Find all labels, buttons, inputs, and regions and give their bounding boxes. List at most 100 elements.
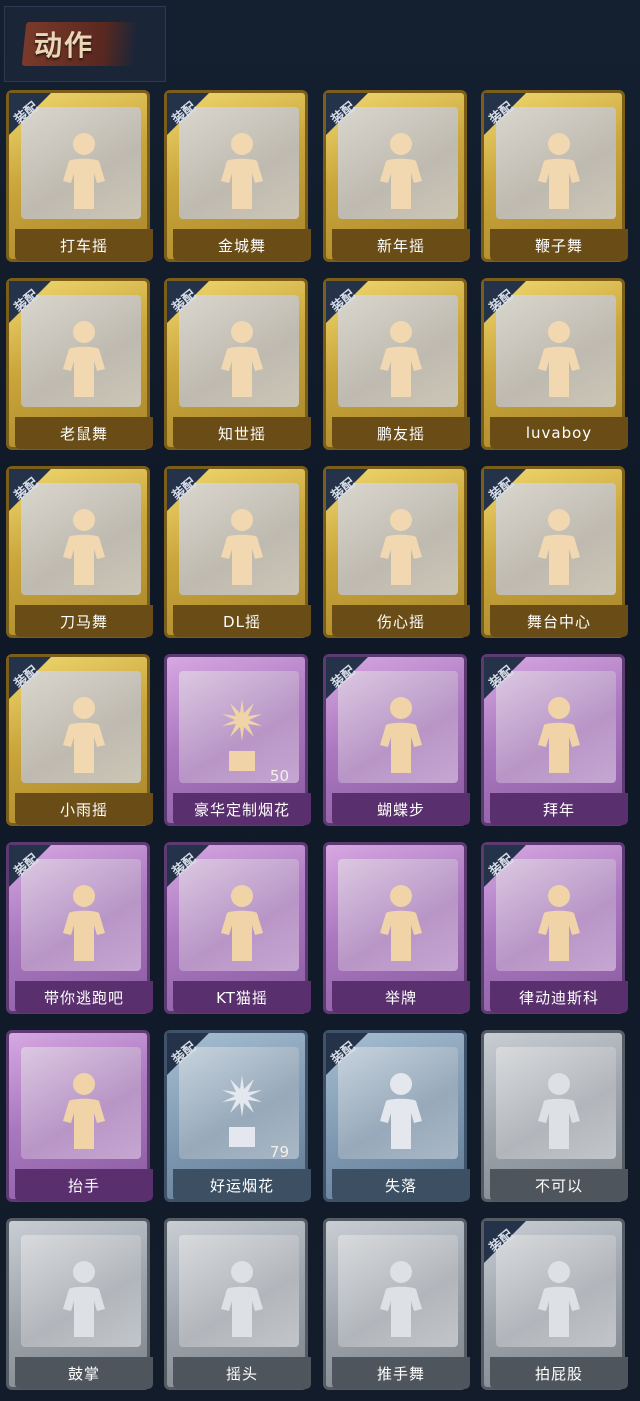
- emote-name: 舞台中心: [490, 605, 628, 637]
- card-frame: 79 好运烟花 装配: [164, 1030, 311, 1202]
- emote-card[interactable]: 打车摇 装配: [3, 88, 153, 266]
- emote-name: 拜年: [490, 793, 628, 825]
- emote-name: 蝴蝶步: [332, 793, 470, 825]
- emote-name: 伤心摇: [332, 605, 470, 637]
- card-frame: 拜年 装配: [481, 654, 628, 826]
- dance-pose-icon: [526, 505, 592, 589]
- emote-card[interactable]: luvaboy 装配: [478, 276, 628, 454]
- card-frame: 刀马舞 装配: [6, 466, 153, 638]
- dance-pose-icon: [51, 317, 117, 401]
- emote-card[interactable]: 金城舞 装配: [161, 88, 311, 266]
- dance-pose-icon: [368, 129, 434, 213]
- card-frame: 鹏友摇 装配: [323, 278, 470, 450]
- emote-card[interactable]: 伤心摇 装配: [320, 464, 470, 642]
- dance-pose-icon: [526, 1257, 592, 1341]
- card-frame: 打车摇 装配: [6, 90, 153, 262]
- emote-card[interactable]: 鼓掌: [3, 1216, 153, 1394]
- emote-name: 小雨摇: [15, 793, 153, 825]
- dance-pose-icon: [526, 317, 592, 401]
- emote-name: 律动迪斯科: [490, 981, 628, 1013]
- emote-card[interactable]: DL摇 装配: [161, 464, 311, 642]
- emote-card[interactable]: 不可以: [478, 1028, 628, 1206]
- emote-card[interactable]: 抬手: [3, 1028, 153, 1206]
- heart-hands-icon: [368, 505, 434, 589]
- emote-card[interactable]: 小雨摇 装配: [3, 652, 153, 830]
- emote-name: 摇头: [173, 1357, 311, 1389]
- card-frame: KT猫摇 装配: [164, 842, 311, 1014]
- dance-pose-icon: [209, 505, 275, 589]
- emote-card[interactable]: 刀马舞 装配: [3, 464, 153, 642]
- disco-pose-icon: [526, 881, 592, 965]
- emote-card[interactable]: 老鼠舞 装配: [3, 276, 153, 454]
- card-frame: 50 豪华定制烟花: [164, 654, 311, 826]
- item-count: 50: [269, 767, 289, 785]
- emote-name: 老鼠舞: [15, 417, 153, 449]
- raise-hand-icon: [51, 1069, 117, 1153]
- emote-name: 拍屁股: [490, 1357, 628, 1389]
- card-frame: 推手舞: [323, 1218, 470, 1390]
- emote-name: 抬手: [15, 1169, 153, 1201]
- card-frame: 律动迪斯科 装配: [481, 842, 628, 1014]
- dance-pose-icon: [209, 1257, 275, 1341]
- emote-card[interactable]: 律动迪斯科 装配: [478, 840, 628, 1018]
- emote-card[interactable]: 拜年 装配: [478, 652, 628, 830]
- card-frame: 知世摇 装配: [164, 278, 311, 450]
- emote-card[interactable]: 鹏友摇 装配: [320, 276, 470, 454]
- dance-pose-icon: [368, 317, 434, 401]
- dance-pose-icon: [209, 317, 275, 401]
- card-frame: 舞台中心 装配: [481, 466, 628, 638]
- emote-name: 推手舞: [332, 1357, 470, 1389]
- emote-name: 新年摇: [332, 229, 470, 261]
- dance-pose-icon: [368, 693, 434, 777]
- dance-pose-icon: [368, 1257, 434, 1341]
- emote-name: 失落: [332, 1169, 470, 1201]
- card-frame: 失落 装配: [323, 1030, 470, 1202]
- fireworks-icon: [209, 693, 275, 777]
- card-frame: 摇头: [164, 1218, 311, 1390]
- card-frame: 不可以: [481, 1030, 628, 1202]
- header: 动作: [4, 6, 304, 82]
- emote-card[interactable]: 蝴蝶步 装配: [320, 652, 470, 830]
- crawl-pose-icon: [368, 1069, 434, 1153]
- card-frame: 老鼠舞 装配: [6, 278, 153, 450]
- card-frame: 蝴蝶步 装配: [323, 654, 470, 826]
- emote-card[interactable]: 举牌: [320, 840, 470, 1018]
- emote-card[interactable]: 摇头: [161, 1216, 311, 1394]
- emote-card[interactable]: 失落 装配: [320, 1028, 470, 1206]
- dance-pose-icon: [51, 881, 117, 965]
- card-frame: 小雨摇 装配: [6, 654, 153, 826]
- emote-card[interactable]: 推手舞: [320, 1216, 470, 1394]
- emote-card[interactable]: 鞭子舞 装配: [478, 88, 628, 266]
- emote-name: 刀马舞: [15, 605, 153, 637]
- card-frame: 鞭子舞 装配: [481, 90, 628, 262]
- emote-name: 举牌: [332, 981, 470, 1013]
- emote-card[interactable]: 知世摇 装配: [161, 276, 311, 454]
- dance-pose-icon: [209, 129, 275, 213]
- emote-name: 带你逃跑吧: [15, 981, 153, 1013]
- emote-card[interactable]: 79 好运烟花 装配: [161, 1028, 311, 1206]
- card-frame: 新年摇 装配: [323, 90, 470, 262]
- emote-card[interactable]: 带你逃跑吧 装配: [3, 840, 153, 1018]
- finger-wag-icon: [526, 1069, 592, 1153]
- emote-card[interactable]: 50 豪华定制烟花: [161, 652, 311, 830]
- hold-sign-icon: [368, 881, 434, 965]
- dance-pose-icon: [526, 129, 592, 213]
- emote-name: 鞭子舞: [490, 229, 628, 261]
- bow-greeting-icon: [526, 693, 592, 777]
- card-frame: 拍屁股 装配: [481, 1218, 628, 1390]
- emote-card[interactable]: 新年摇 装配: [320, 88, 470, 266]
- firecracker-icon: [209, 1069, 275, 1153]
- emote-name: 不可以: [490, 1169, 628, 1201]
- emote-name: 金城舞: [173, 229, 311, 261]
- clap-hands-icon: [51, 1257, 117, 1341]
- emote-name: 豪华定制烟花: [173, 793, 311, 825]
- dance-pose-icon: [51, 505, 117, 589]
- card-frame: DL摇 装配: [164, 466, 311, 638]
- emote-name: 鼓掌: [15, 1357, 153, 1389]
- emote-card[interactable]: 舞台中心 装配: [478, 464, 628, 642]
- emote-card[interactable]: 拍屁股 装配: [478, 1216, 628, 1394]
- emote-card[interactable]: KT猫摇 装配: [161, 840, 311, 1018]
- card-frame: 抬手: [6, 1030, 153, 1202]
- dance-pose-icon: [209, 881, 275, 965]
- emote-name: 好运烟花: [173, 1169, 311, 1201]
